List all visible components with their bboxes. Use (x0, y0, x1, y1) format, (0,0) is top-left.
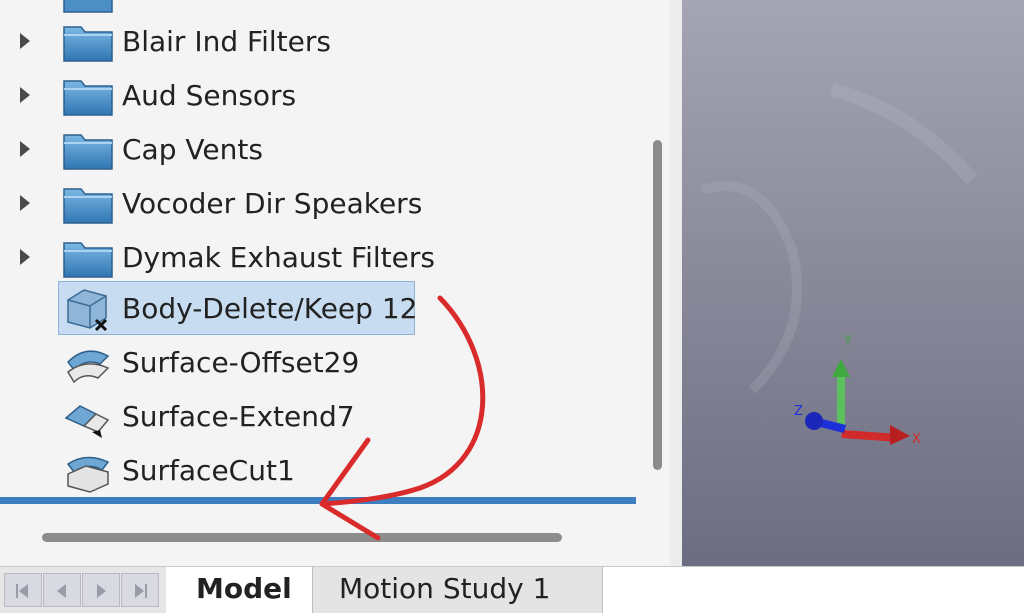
bottom-tab-bar: Model Motion Study 1 (0, 566, 1024, 613)
tree-feature-row[interactable]: Surface-Extend7 (0, 392, 640, 442)
expand-arrow-icon[interactable] (20, 33, 30, 49)
tree-row-clipped (0, 0, 640, 18)
feature-label: SurfaceCut1 (122, 454, 295, 487)
tree-feature-row-selected[interactable]: Body-Delete/Keep 12 (0, 284, 640, 334)
last-tab-button[interactable] (121, 573, 159, 607)
folder-icon (63, 80, 113, 116)
folder-label: Cap Vents (122, 133, 263, 166)
feature-manager-tree: Blair Ind Filters Aud Sensors Cap Vents (0, 0, 680, 566)
z-axis-label: Z (794, 404, 803, 419)
tree-feature-row[interactable]: SurfaceCut1 (0, 446, 640, 496)
expand-arrow-icon[interactable] (20, 87, 30, 103)
folder-label: Aud Sensors (122, 79, 297, 112)
tree-folder-row[interactable]: Blair Ind Filters (0, 17, 640, 67)
tree-folder-row[interactable]: Cap Vents (0, 125, 640, 175)
x-axis-arrow (841, 425, 910, 445)
folder-icon (63, 242, 113, 278)
tree-folder-row[interactable]: Vocoder Dir Speakers (0, 179, 640, 229)
vertical-scrollbar-thumb[interactable] (653, 140, 662, 470)
next-tab-button[interactable] (82, 573, 120, 607)
feature-label: Body-Delete/Keep 12 (122, 292, 418, 325)
folder-icon (63, 26, 113, 62)
x-axis-label: X (912, 432, 921, 447)
tree-folder-row[interactable]: Dymak Exhaust Filters (0, 233, 640, 283)
surface-cut-icon (66, 456, 110, 493)
tab-bar-empty-area (603, 567, 1024, 613)
feature-label: Surface-Extend7 (122, 400, 355, 433)
graphics-viewport[interactable]: Y X Z (682, 0, 1024, 566)
y-axis-label: Y (843, 334, 852, 349)
expand-arrow-icon[interactable] (20, 249, 30, 265)
viewport-background-swirl (700, 83, 978, 394)
folder-label: Dymak Exhaust Filters (122, 241, 435, 274)
surface-offset-icon (67, 350, 110, 384)
folder-label: Blair Ind Filters (122, 25, 331, 58)
surface-extend-icon (64, 405, 110, 438)
folder-label: Vocoder Dir Speakers (122, 187, 423, 220)
chevron-left-icon (57, 584, 66, 598)
rollback-bar[interactable] (0, 497, 636, 504)
folder-icon (63, 134, 113, 170)
body-delete-keep-icon (67, 289, 108, 332)
expand-arrow-icon[interactable] (20, 141, 30, 157)
folder-icon (63, 188, 113, 224)
folder-icon (63, 0, 113, 13)
panel-splitter[interactable] (670, 0, 682, 566)
solidworks-window: Blair Ind Filters Aud Sensors Cap Vents (0, 0, 1024, 613)
horizontal-scrollbar-thumb[interactable] (42, 533, 562, 542)
skip-last-icon (135, 584, 147, 598)
tree-feature-row[interactable]: Surface-Offset29 (0, 338, 640, 388)
previous-tab-button[interactable] (43, 573, 81, 607)
tree-folder-row[interactable]: Aud Sensors (0, 71, 640, 121)
coordinate-triad: Y X Z (794, 334, 921, 447)
tab-model[interactable]: Model (166, 567, 313, 613)
expand-arrow-icon[interactable] (20, 195, 30, 211)
tab-motion-study-1[interactable]: Motion Study 1 (313, 567, 603, 613)
feature-label: Surface-Offset29 (122, 346, 360, 379)
y-axis-arrow (832, 359, 850, 429)
chevron-right-icon (97, 584, 106, 598)
first-tab-button[interactable] (4, 573, 42, 607)
skip-first-icon (16, 584, 28, 598)
